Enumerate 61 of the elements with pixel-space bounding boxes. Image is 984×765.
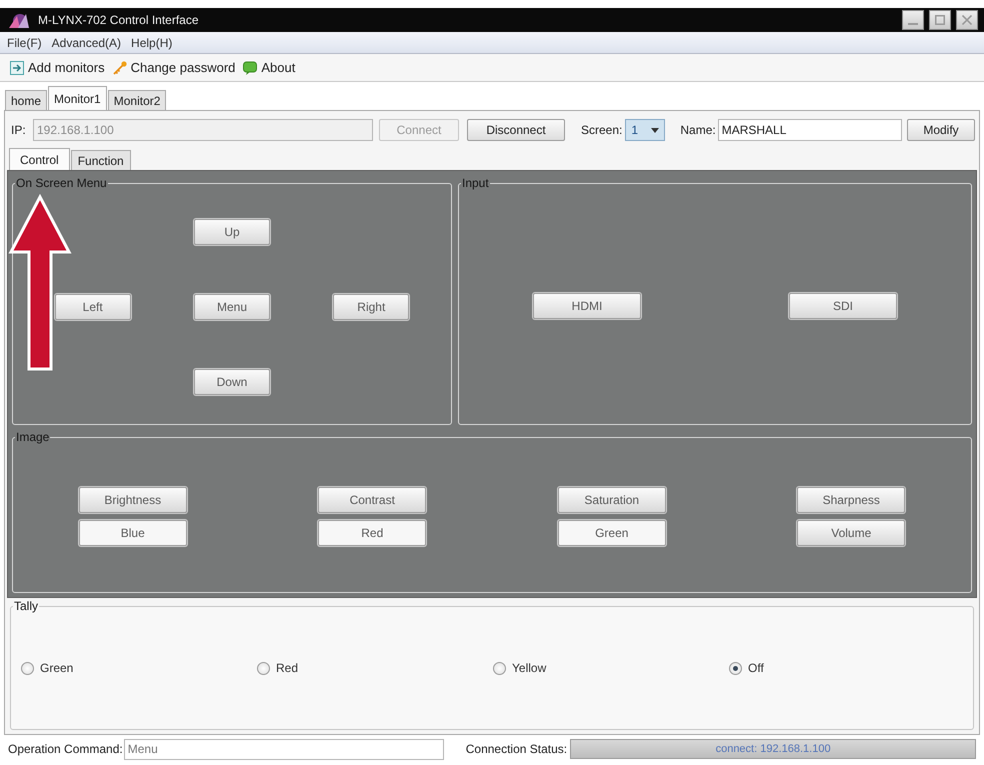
caret-icon	[651, 128, 660, 132]
monitor-tab[interactable]: Monitor2	[108, 90, 166, 110]
input-source-button[interactable]: SDI	[789, 293, 897, 319]
image-setting-button[interactable]: Contrast	[318, 487, 426, 513]
image-setting-button[interactable]: Sharpness	[797, 487, 906, 513]
key-icon	[112, 60, 127, 74]
image-setting-button[interactable]: Brightness	[78, 487, 187, 513]
maximize-button[interactable]	[929, 10, 951, 30]
menu-item[interactable]: File(F)	[4, 36, 45, 50]
radio-button[interactable]	[257, 662, 270, 674]
minimize-button[interactable]	[902, 10, 924, 30]
monitor-tab[interactable]: Monitor1	[48, 86, 107, 110]
image-setting-button[interactable]: Volume	[797, 520, 906, 546]
menu-item[interactable]: Help(H)	[128, 36, 176, 50]
input-source-button[interactable]: HDMI	[533, 293, 641, 319]
monitor-tab[interactable]: home	[5, 90, 48, 110]
group-title: Tally	[13, 600, 40, 613]
menu-nav-button[interactable]: Right	[333, 294, 410, 320]
app-logo-icon	[8, 11, 30, 29]
toolbar-button[interactable]: Add monitors	[8, 60, 107, 75]
ip-label: IP:	[11, 123, 27, 137]
radio-button[interactable]	[729, 662, 742, 674]
toolbar-button[interactable]: About	[241, 60, 298, 75]
group-title: Image	[15, 431, 50, 444]
toolbar-button[interactable]: Change password	[110, 60, 238, 75]
modify-button[interactable]: Modify	[907, 119, 975, 141]
group-title: On Screen Menu	[15, 177, 108, 190]
maximize-icon	[935, 15, 945, 25]
image-setting-button[interactable]: Red	[318, 520, 426, 546]
image-setting-button[interactable]: Saturation	[558, 487, 666, 513]
connection-status-label: Connection Status:	[466, 742, 568, 756]
close-button[interactable]	[956, 10, 978, 30]
radio-label: Off	[748, 661, 764, 675]
name-field[interactable]: MARSHALL	[718, 119, 902, 141]
radio-button[interactable]	[21, 662, 34, 674]
group-title: Input	[461, 177, 490, 190]
menu-item[interactable]: Advanced(A)	[48, 36, 124, 50]
chat-bubble-icon	[243, 60, 258, 74]
name-label: Name:	[680, 123, 716, 137]
operation-command-label: Operation Command:	[8, 742, 123, 756]
menu-nav-button[interactable]: Down	[194, 368, 270, 394]
radio-label: Green	[40, 661, 74, 675]
arrow-in-box-icon	[10, 60, 24, 74]
minimize-icon	[908, 23, 918, 25]
sub-tab[interactable]: Control	[9, 148, 70, 170]
image-setting-button[interactable]: Green	[558, 520, 666, 546]
menu-nav-button[interactable]: Up	[194, 218, 270, 244]
operation-command-field[interactable]: Menu	[124, 738, 444, 760]
radio-label: Yellow	[512, 661, 546, 675]
menu-nav-button[interactable]: Left	[54, 294, 131, 320]
sub-tab[interactable]: Function	[70, 150, 131, 170]
close-icon	[962, 15, 972, 25]
menu-nav-button[interactable]: Menu	[194, 294, 270, 320]
window-title: M-LYNX-702 Control Interface	[38, 13, 199, 27]
radio-label: Red	[276, 661, 298, 675]
radio-button[interactable]	[493, 662, 506, 674]
connection-status-display: connect: 192.168.1.100	[570, 739, 976, 759]
image-setting-button[interactable]: Blue	[78, 520, 187, 546]
disconnect-button[interactable]: Disconnect	[467, 119, 565, 141]
screen-label: Screen:	[581, 123, 622, 137]
screen-dropdown[interactable]: 1	[625, 119, 666, 141]
